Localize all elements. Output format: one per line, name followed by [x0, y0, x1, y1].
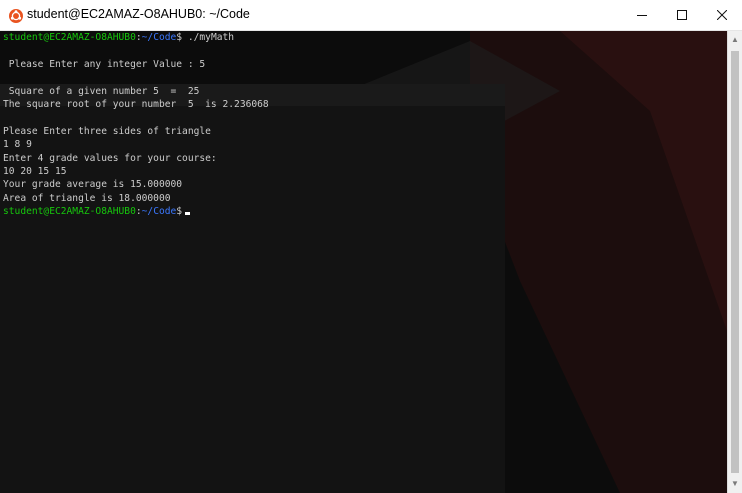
prompt-path: ~/Code [141, 32, 177, 43]
output-line: Your grade average is 15.000000 [3, 179, 183, 191]
output-line: Please Enter three sides of triangle [3, 125, 211, 137]
vertical-scrollbar[interactable]: ▲ ▼ [727, 31, 742, 493]
terminal-area[interactable]: student@EC2AMAZ-O8AHUB0:~/Code$ ./myMath… [0, 31, 727, 493]
close-button[interactable] [702, 0, 742, 30]
prompt-user: student@EC2AMAZ-O8AHUB0 [3, 32, 136, 43]
title-bar[interactable]: student@EC2AMAZ-O8AHUB0: ~/Code [0, 0, 742, 31]
terminal-output: student@EC2AMAZ-O8AHUB0:~/Code$ ./myMath… [3, 31, 269, 218]
ubuntu-icon [9, 9, 23, 23]
prompt-path: ~/Code [141, 206, 177, 218]
output-line: 10 20 15 15 [3, 165, 67, 177]
output-line: 1 8 9 [3, 139, 32, 151]
text-cursor [185, 212, 191, 216]
scrollbar-thumb[interactable] [731, 51, 739, 473]
command-line: student@EC2AMAZ-O8AHUB0:~/Code$ ./myMath [3, 32, 235, 43]
output-line: Square of a given number 5 = 25 [3, 85, 200, 97]
output-line: The square root of your number 5 is 2.23… [3, 98, 269, 110]
scroll-up-button[interactable]: ▲ [728, 33, 742, 47]
maximize-icon [677, 10, 687, 20]
maximize-button[interactable] [662, 0, 702, 30]
scroll-down-button[interactable]: ▼ [728, 477, 742, 491]
window-title: student@EC2AMAZ-O8AHUB0: ~/Code [27, 7, 250, 21]
minimize-icon [637, 15, 647, 16]
prompt-user: student@EC2AMAZ-O8AHUB0 [3, 206, 136, 218]
triangle-down-icon: ▼ [731, 479, 739, 488]
triangle-up-icon: ▲ [731, 35, 739, 44]
terminal-window: student@EC2AMAZ-O8AHUB0: ~/Code student@… [0, 0, 742, 493]
minimize-button[interactable] [622, 0, 662, 30]
command-text: ./myMath [187, 32, 235, 43]
current-prompt-line: student@EC2AMAZ-O8AHUB0:~/Code$ [3, 205, 269, 218]
output-line: Enter 4 grade values for your course: [3, 152, 217, 164]
close-icon [717, 10, 727, 20]
output-line: Area of triangle is 18.000000 [3, 192, 171, 204]
output-line: Please Enter any integer Value : 5 [3, 58, 206, 70]
